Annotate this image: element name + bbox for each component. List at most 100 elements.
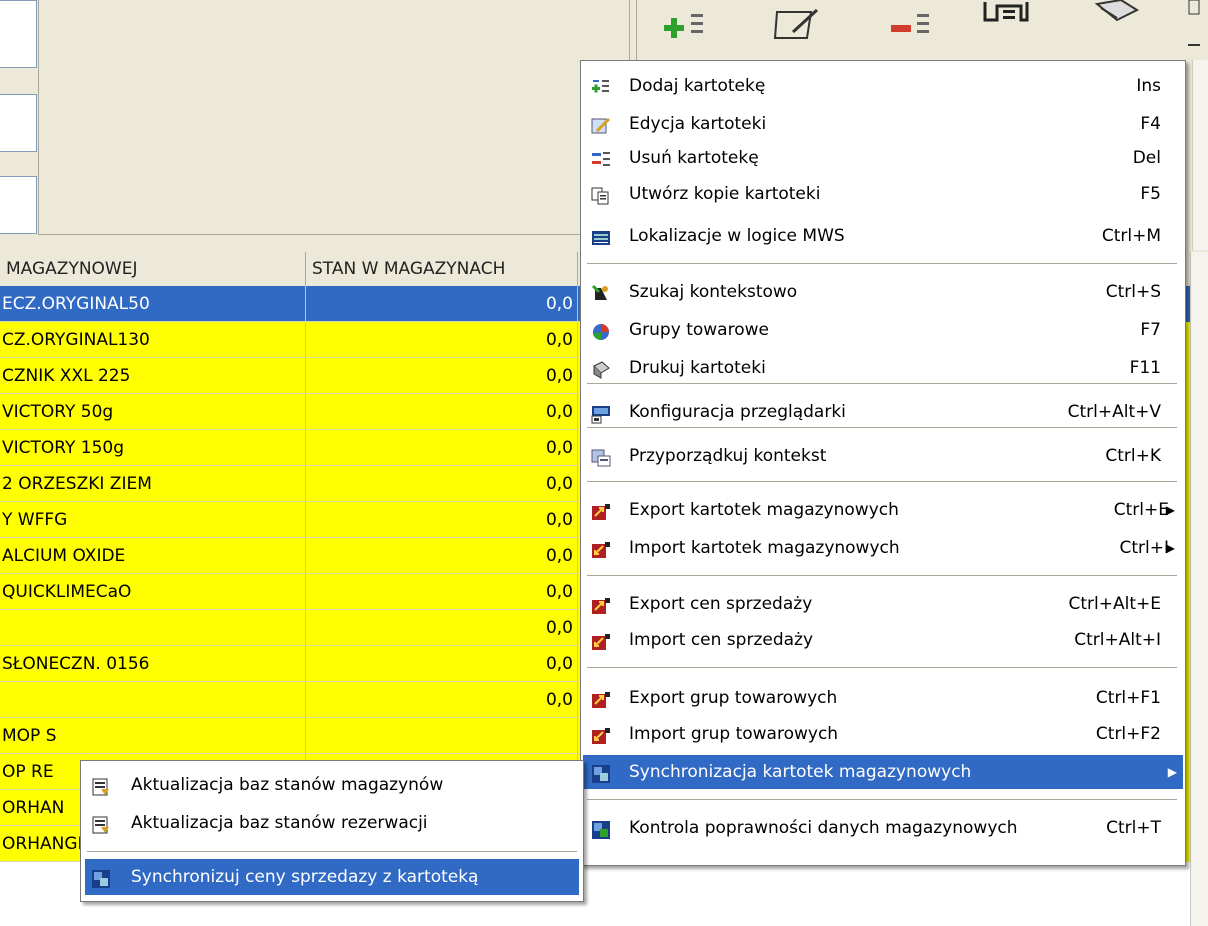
cell-name: SŁONECZN. 0156: [0, 646, 306, 682]
submenu-separator: [87, 851, 577, 852]
edit-icon: [773, 8, 819, 39]
groups-icon: [591, 320, 611, 341]
menu-item-shortcut: Ctrl+Alt+I: [1074, 630, 1161, 650]
menu-item-shortcut: Ctrl+I: [1119, 538, 1169, 558]
menu-item-przyporządkuj-kontekst[interactable]: Przyporządkuj kontekst Ctrl+K: [583, 439, 1183, 473]
menu-item-shortcut: Ins: [1136, 76, 1161, 96]
menu-item-shortcut: Ctrl+F1: [1095, 688, 1161, 708]
cell-stock: 0,0: [306, 538, 578, 574]
import-icon: [591, 538, 611, 558]
toolbar-copy-button[interactable]: [977, 0, 1047, 58]
cell-name: VICTORY 150g: [0, 430, 306, 466]
submenu-item-2[interactable]: Aktualizacja baz stanów rezerwacji: [85, 805, 579, 841]
cell-name: ECZ.ORYGINAL50: [0, 286, 306, 322]
menu-item-dodaj-kartotekę[interactable]: Dodaj kartotekę Ins: [583, 69, 1183, 103]
menu-item-label: Synchronizacja kartotek magazynowych: [629, 762, 972, 782]
menu-item-shortcut: Ctrl+Alt+V: [1067, 402, 1161, 422]
cell-stock: 0,0: [306, 646, 578, 682]
export-icon: [591, 688, 611, 708]
menu-item-import-kartotek-magazynowych[interactable]: Import kartotek magazynowych Ctrl+I ▶: [583, 531, 1183, 565]
toolbar-overflow[interactable]: [1187, 0, 1201, 72]
menu-item-shortcut: Ctrl+M: [1101, 226, 1161, 246]
menu-item-edycja-kartoteki[interactable]: Edycja kartoteki F4: [583, 107, 1183, 141]
menu-item-export-cen-sprzedaży[interactable]: Export cen sprzedaży Ctrl+Alt+E: [583, 587, 1183, 621]
add-card-icon: [591, 76, 611, 96]
cell-stock: 0,0: [306, 610, 578, 646]
side-control-1[interactable]: [0, 0, 37, 68]
toolbar-delete-button[interactable]: [883, 0, 953, 58]
menu-item-synchronizacja-kartotek-magazynowych[interactable]: Synchronizacja kartotek magazynowych ▶: [583, 755, 1183, 789]
check-icon: [591, 818, 611, 839]
menu-item-import-grup-towarowych[interactable]: Import grup towarowych Ctrl+F2: [583, 717, 1183, 751]
menu-item-export-grup-towarowych[interactable]: Export grup towarowych Ctrl+F1: [583, 681, 1183, 715]
search-icon: [591, 282, 611, 302]
menu-item-utwórz-kopie-kartoteki[interactable]: Utwórz kopie kartoteki F5: [583, 177, 1183, 211]
menu-item-szukaj-kontekstowo[interactable]: Szukaj kontekstowo Ctrl+S: [583, 275, 1183, 309]
menu-separator: [587, 575, 1177, 576]
menu-separator: [587, 667, 1177, 668]
cell-name: MOP S: [0, 718, 306, 754]
menu-item-drukuj-kartoteki[interactable]: Drukuj kartoteki F11: [583, 351, 1183, 385]
menu-item-label: Lokalizacje w logice MWS: [629, 226, 845, 246]
cell-name: [0, 610, 306, 646]
menu-item-shortcut: Ctrl+S: [1105, 282, 1161, 302]
submenu-item-3[interactable]: Synchronizuj ceny sprzedazy z kartoteką: [85, 859, 579, 895]
submenu-item-1[interactable]: Aktualizacja baz stanów magazynów: [85, 767, 579, 803]
context-icon: [591, 446, 611, 467]
import-icon: [591, 724, 611, 744]
cell-name: CZNIK XXL 225: [0, 358, 306, 394]
menu-item-export-kartotek-magazynowych[interactable]: Export kartotek magazynowych Ctrl+E ▶: [583, 493, 1183, 527]
sync-icon: [591, 762, 611, 783]
cell-stock: 0,0: [306, 358, 578, 394]
cell-stock: 0,0: [306, 394, 578, 430]
menu-item-label: Import cen sprzedaży: [629, 630, 814, 650]
context-menu: Dodaj kartotekę Ins Edycja kartoteki F4 Usuń…: [580, 60, 1186, 866]
print-icon: [1094, 0, 1140, 22]
panel-scrollbar[interactable]: [1192, 60, 1208, 250]
toolbar-print-button[interactable]: [1087, 0, 1157, 58]
menu-item-label: Utwórz kopie kartoteki: [629, 184, 821, 204]
cell-name: Y WFFG: [0, 502, 306, 538]
toolbar-edit-button[interactable]: [771, 0, 841, 58]
menu-item-shortcut: F7: [1140, 320, 1161, 340]
menu-item-usuń-kartotekę[interactable]: Usuń kartotekę Del: [583, 141, 1183, 175]
menu-item-shortcut: F5: [1140, 184, 1161, 204]
print-icon: [591, 358, 611, 379]
minus-icon: [891, 14, 929, 33]
menu-item-label: Export cen sprzedaży: [629, 594, 813, 614]
menu-item-konfiguracja-przeglądarki[interactable]: Konfiguracja przeglądarki Ctrl+Alt+V: [583, 395, 1183, 429]
submenu-item-label: Synchronizuj ceny sprzedazy z kartoteką: [131, 867, 479, 887]
side-control-3[interactable]: [0, 176, 37, 234]
cell-stock: 0,0: [306, 466, 578, 502]
sync-submenu: Aktualizacja baz stanów magazynów Aktuali…: [80, 760, 584, 902]
menu-item-shortcut: Ctrl+T: [1106, 818, 1161, 838]
menu-item-grupy-towarowe[interactable]: Grupy towarowe F7: [583, 313, 1183, 347]
menu-item-shortcut: Ctrl+F2: [1095, 724, 1161, 744]
menu-item-label: Usuń kartotekę: [629, 148, 759, 168]
cell-name: QUICKLIMECaO: [0, 574, 306, 610]
menu-item-shortcut: F11: [1129, 358, 1161, 378]
menu-item-import-cen-sprzedaży[interactable]: Import cen sprzedaży Ctrl+Alt+I: [583, 623, 1183, 657]
sync-icon: [91, 866, 113, 888]
menu-item-label: Export kartotek magazynowych: [629, 500, 899, 520]
column-header-stock[interactable]: STAN W MAGAZYNACH: [306, 252, 578, 286]
export-icon: [591, 500, 611, 520]
menu-item-label: Import kartotek magazynowych: [629, 538, 900, 558]
menu-item-shortcut: Ctrl+E: [1113, 500, 1169, 520]
menu-separator: [587, 799, 1177, 800]
menu-item-kontrola-poprawności-danych-magazynowych[interactable]: Kontrola poprawności danych magazynowych…: [583, 811, 1183, 845]
menu-separator: [587, 481, 1177, 482]
edit-card-icon: [591, 114, 611, 134]
submenu-arrow-icon: ▶: [1165, 503, 1175, 517]
grid-scrollbar[interactable]: [1190, 252, 1208, 926]
cell-name: ALCIUM OXIDE: [0, 538, 306, 574]
side-control-2[interactable]: [0, 94, 37, 152]
toolbar-add-button[interactable]: [657, 0, 727, 58]
menu-item-lokalizacje-w-logice-mws[interactable]: Lokalizacje w logice MWS Ctrl+M: [583, 219, 1183, 253]
config-icon: [591, 402, 611, 424]
menu-separator: [587, 383, 1177, 384]
cell-name: CZ.ORYGINAL130: [0, 322, 306, 358]
menu-item-label: Grupy towarowe: [629, 320, 769, 340]
column-header-name[interactable]: MAGAZYNOWEJ: [0, 252, 306, 286]
menu-separator: [587, 263, 1177, 264]
